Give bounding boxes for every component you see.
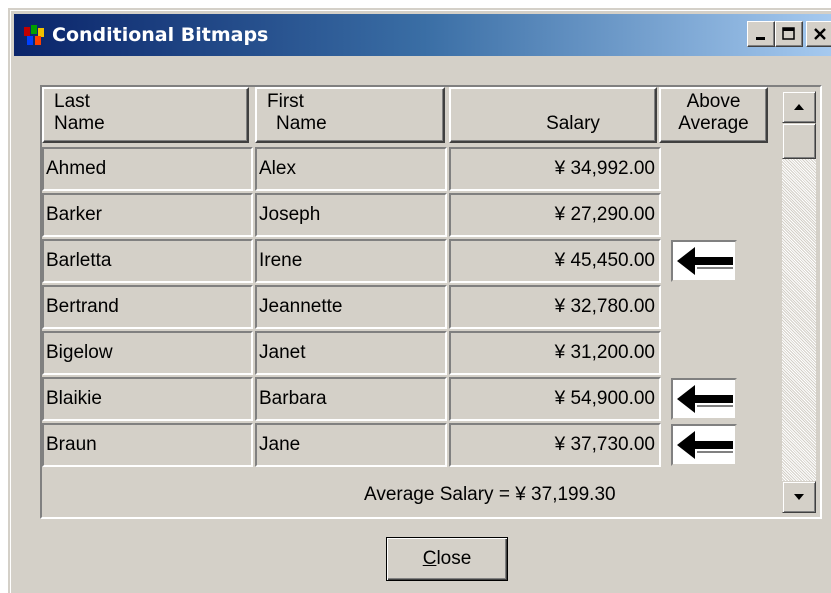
header-line2: Name: [54, 113, 105, 134]
vertical-scrollbar[interactable]: [782, 91, 816, 513]
above-average-indicator: [671, 378, 737, 420]
cell-salary[interactable]: ¥ 45,450.00: [449, 239, 661, 283]
header-line1: First: [267, 91, 304, 112]
cell-first-name[interactable]: Janet: [255, 331, 447, 375]
cell-first-name[interactable]: Alex: [255, 147, 447, 191]
header-line1: [451, 91, 655, 113]
cell-salary[interactable]: ¥ 34,992.00: [449, 147, 661, 191]
header-line1: Last: [54, 91, 90, 112]
cell-last-name[interactable]: Bertrand: [42, 285, 253, 329]
window-title: Conditional Bitmaps: [52, 24, 269, 46]
header-line2: Salary: [546, 113, 600, 134]
cell-salary[interactable]: ¥ 27,290.00: [449, 193, 661, 237]
cell-salary[interactable]: ¥ 54,900.00: [449, 377, 661, 421]
window-controls: [747, 21, 831, 47]
cell-last-name[interactable]: Ahmed: [42, 147, 253, 191]
cell-salary[interactable]: ¥ 37,730.00: [449, 423, 661, 467]
cell-first-name[interactable]: Joseph: [255, 193, 447, 237]
close-label: lose: [436, 548, 472, 569]
above-average-indicator: [671, 240, 737, 282]
scroll-up-button[interactable]: [782, 91, 816, 123]
cell-first-name[interactable]: Jeannette: [255, 285, 447, 329]
up-arrow-icon: [794, 104, 804, 110]
cell-last-name[interactable]: Barker: [42, 193, 253, 237]
cell-salary[interactable]: ¥ 31,200.00: [449, 331, 661, 375]
cell-first-name[interactable]: Jane: [255, 423, 447, 467]
header-line2: Average: [678, 113, 749, 134]
header-line1: Above: [686, 91, 741, 112]
above-average-indicator: [671, 424, 737, 466]
dialog-window: Conditional Bitmaps Last Name First Name…: [8, 8, 831, 593]
cell-last-name[interactable]: Barletta: [42, 239, 253, 283]
close-button[interactable]: Close: [386, 537, 508, 581]
close-window-button[interactable]: [806, 21, 831, 47]
left-arrow-icon: [677, 385, 733, 413]
left-arrow-icon: [677, 247, 733, 275]
scroll-down-button[interactable]: [782, 481, 816, 513]
down-arrow-icon: [794, 494, 804, 500]
column-header-above-average[interactable]: Above Average: [659, 87, 768, 143]
column-header-first-name[interactable]: First Name: [255, 87, 445, 143]
column-header-last-name[interactable]: Last Name: [42, 87, 249, 143]
header-line2: Name: [276, 113, 327, 134]
cell-salary[interactable]: ¥ 32,780.00: [449, 285, 661, 329]
app-icon[interactable]: [24, 25, 46, 45]
column-header-salary[interactable]: Salary: [449, 87, 657, 143]
minimize-button[interactable]: [747, 21, 775, 47]
cell-last-name[interactable]: Braun: [42, 423, 253, 467]
cell-last-name[interactable]: Bigelow: [42, 331, 253, 375]
cell-first-name[interactable]: Barbara: [255, 377, 447, 421]
title-bar[interactable]: Conditional Bitmaps: [14, 14, 831, 56]
maximize-button[interactable]: [775, 21, 803, 47]
minimize-icon: [756, 37, 765, 40]
scroll-thumb[interactable]: [782, 123, 816, 159]
close-icon: [814, 28, 826, 40]
cell-first-name[interactable]: Irene: [255, 239, 447, 283]
cell-last-name[interactable]: Blaikie: [42, 377, 253, 421]
maximize-icon: [782, 27, 795, 40]
close-mnemonic: C: [422, 548, 437, 569]
left-arrow-icon: [677, 431, 733, 459]
average-salary-label: Average Salary = ¥ 37,199.30: [364, 484, 616, 505]
